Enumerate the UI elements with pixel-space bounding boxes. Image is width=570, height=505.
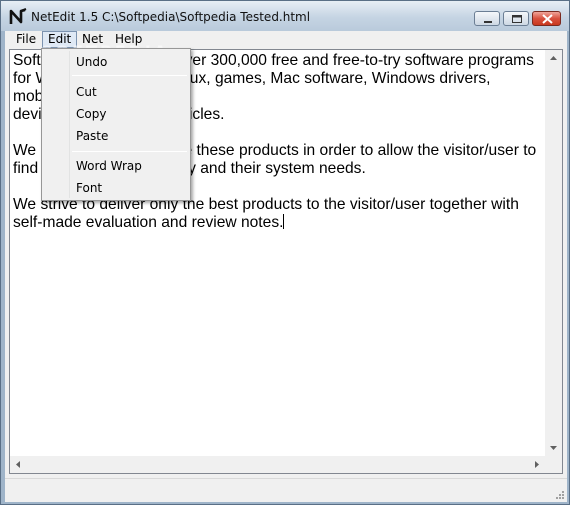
scroll-up-icon[interactable] [545,50,562,67]
text-line: self-made evaluation and review notes. [13,214,284,231]
scroll-right-icon[interactable] [528,456,545,473]
resize-grip-icon[interactable] [553,488,565,500]
title-bar[interactable]: NetEdit 1.5 C:\Softpedia\Softpedia Teste… [1,1,569,31]
minimize-icon [484,21,492,23]
maximize-icon [512,15,522,23]
menu-item-cut[interactable]: Cut [76,83,97,101]
vertical-scrollbar[interactable] [545,50,562,456]
menu-bar: File Edit Net Help [5,31,567,48]
maximize-button[interactable] [503,11,529,26]
app-window: NetEdit 1.5 C:\Softpedia\Softpedia Teste… [0,0,570,505]
window-title: NetEdit 1.5 C:\Softpedia\Softpedia Teste… [31,10,311,24]
menu-item-paste[interactable]: Paste [76,127,108,145]
close-icon [542,14,553,24]
scroll-left-icon[interactable] [10,456,27,473]
close-button[interactable] [532,11,561,26]
menu-edit[interactable]: Edit [42,31,78,48]
minimize-button[interactable] [474,11,500,26]
scroll-corner [545,456,562,473]
status-bar [5,478,567,502]
menu-item-undo[interactable]: Undo [76,53,107,71]
menu-separator [72,151,187,152]
menu-item-copy[interactable]: Copy [76,105,106,123]
menu-gutter [69,51,70,198]
scroll-down-icon[interactable] [545,439,562,456]
menu-help[interactable]: Help [110,31,147,48]
netedit-logo-icon [9,7,27,24]
horizontal-scrollbar[interactable] [10,456,545,473]
text-caret [283,214,285,229]
menu-item-word-wrap[interactable]: Word Wrap [76,157,142,175]
menu-separator [72,75,187,76]
menu-net[interactable]: Net [77,31,108,48]
menu-item-font[interactable]: Font [76,179,102,197]
menu-file[interactable]: File [11,31,41,48]
edit-dropdown-menu: Undo Cut Copy Paste Word Wrap Font [41,48,191,201]
